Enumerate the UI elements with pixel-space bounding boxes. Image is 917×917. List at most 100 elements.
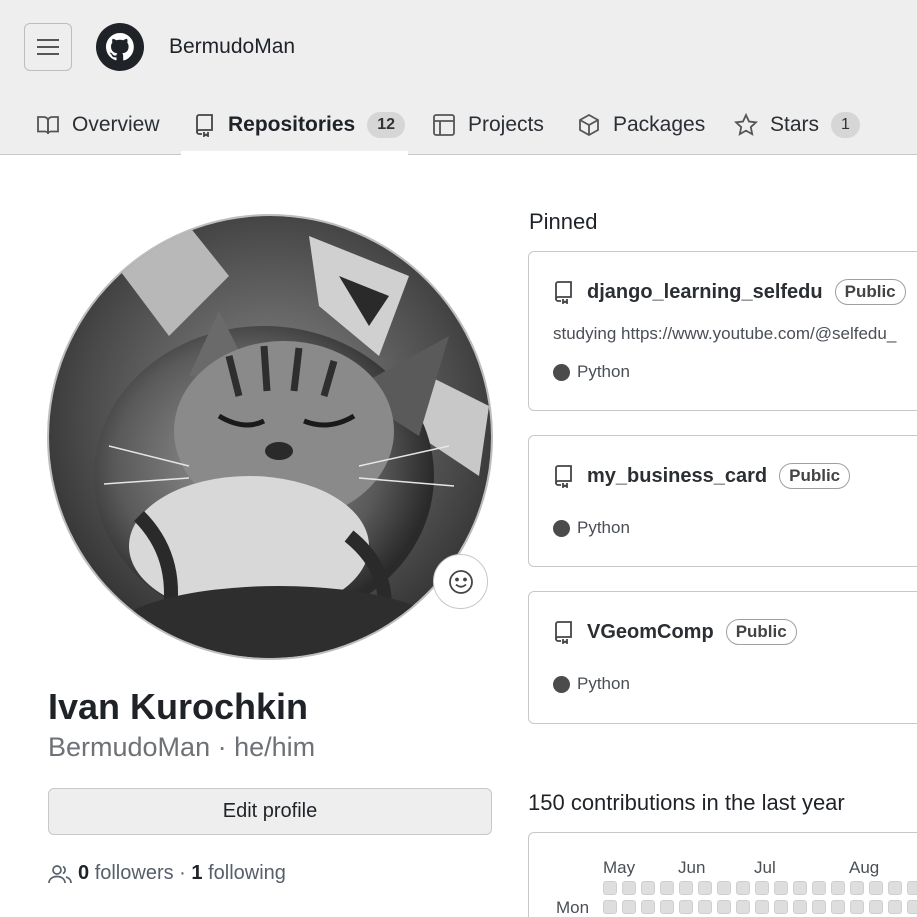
contribution-cell[interactable] xyxy=(622,900,636,914)
contribution-cell[interactable] xyxy=(793,881,807,895)
tab-repositories[interactable]: Repositories 12 xyxy=(194,95,405,155)
contribution-cell[interactable] xyxy=(755,900,769,914)
header-username[interactable]: BermudoMan xyxy=(169,35,295,59)
contribution-cell[interactable] xyxy=(888,881,902,895)
pinned-repo-card: VGeomComp Public Python xyxy=(528,591,917,724)
tab-stars[interactable]: Stars 1 xyxy=(734,95,860,155)
contribution-cell[interactable] xyxy=(850,881,864,895)
contribution-cell[interactable] xyxy=(736,881,750,895)
package-icon xyxy=(579,113,599,137)
contribution-cell[interactable] xyxy=(831,881,845,895)
repo-count-badge: 12 xyxy=(367,112,405,138)
followers-count: 0 xyxy=(78,862,90,884)
contribution-cell[interactable] xyxy=(831,900,845,914)
contribution-cell[interactable] xyxy=(603,900,617,914)
tab-label: Overview xyxy=(72,113,160,136)
month-label: Jul xyxy=(754,858,776,877)
top-header: BermudoMan Overview Repositories 12 Proj… xyxy=(0,0,917,155)
menu-button[interactable] xyxy=(24,23,72,71)
visibility-badge: Public xyxy=(834,279,906,305)
pinned-repo-card: django_learning_selfedu Public studying … xyxy=(528,251,917,411)
contribution-cell[interactable] xyxy=(869,900,883,914)
contribution-cell[interactable] xyxy=(603,881,617,895)
contribution-cell[interactable] xyxy=(850,900,864,914)
contribution-cell[interactable] xyxy=(660,881,674,895)
repo-card-header: VGeomComp Public xyxy=(553,619,797,645)
contribution-cell[interactable] xyxy=(717,900,731,914)
month-label: May xyxy=(603,858,636,877)
language-color-dot xyxy=(553,675,570,693)
contribution-cell[interactable] xyxy=(679,900,693,914)
contribution-cell[interactable] xyxy=(641,881,655,895)
repo-language: Python xyxy=(553,362,630,382)
book-icon xyxy=(37,116,59,135)
repo-icon xyxy=(555,621,572,644)
stars-count-badge: 1 xyxy=(831,112,860,138)
smiley-icon xyxy=(448,569,473,594)
contribution-cell[interactable] xyxy=(755,881,769,895)
follow-stats: 0 followers · 1 following xyxy=(48,862,286,885)
active-tab-indicator xyxy=(181,151,408,155)
contribution-cells xyxy=(603,881,917,917)
tab-label: Projects xyxy=(468,113,544,136)
contribution-cell[interactable] xyxy=(717,881,731,895)
profile-login-pronouns: BermudoMan · he/him xyxy=(48,732,316,762)
star-icon xyxy=(734,113,758,136)
contribution-cell[interactable] xyxy=(907,881,917,895)
tab-overview[interactable]: Overview xyxy=(36,95,160,155)
contribution-cell[interactable] xyxy=(793,900,807,914)
repo-language: Python xyxy=(553,674,630,694)
followers-label: followers xyxy=(94,862,174,884)
following-label: following xyxy=(208,862,286,884)
contribution-cell[interactable] xyxy=(869,881,883,895)
day-label: Mon xyxy=(556,898,590,917)
repo-description: studying https://www.youtube.com/@selfed… xyxy=(553,324,897,343)
repo-name-link[interactable]: VGeomComp xyxy=(587,621,714,644)
following-count: 1 xyxy=(191,862,203,884)
separator-dot: · xyxy=(179,862,186,884)
pinned-heading: Pinned xyxy=(529,209,598,234)
profile-tabs: Overview Repositories 12 Projects Packag… xyxy=(0,95,917,155)
visibility-badge: Public xyxy=(779,463,851,489)
set-status-button[interactable] xyxy=(433,554,488,609)
people-icon xyxy=(48,864,72,883)
repo-name-link[interactable]: my_business_card xyxy=(587,465,767,488)
following-link[interactable]: 1 following xyxy=(191,862,286,885)
contributions-heading: 150 contributions in the last year xyxy=(528,790,845,815)
profile-full-name: Ivan Kurochkin xyxy=(48,686,309,727)
contribution-cell[interactable] xyxy=(622,881,636,895)
repo-language: Python xyxy=(553,518,630,538)
contribution-cell[interactable] xyxy=(774,881,788,895)
tab-projects[interactable]: Projects xyxy=(432,95,544,155)
contribution-cell[interactable] xyxy=(888,900,902,914)
repo-icon xyxy=(555,465,572,488)
contribution-cell[interactable] xyxy=(698,900,712,914)
tab-packages[interactable]: Packages xyxy=(577,95,705,155)
edit-profile-button[interactable]: Edit profile xyxy=(48,788,492,835)
tab-label: Repositories xyxy=(228,113,356,136)
language-name: Python xyxy=(577,362,630,381)
visibility-badge: Public xyxy=(725,619,797,645)
month-label: Jun xyxy=(678,858,706,877)
contribution-cell[interactable] xyxy=(812,900,826,914)
followers-link[interactable]: 0 followers xyxy=(78,862,174,885)
contribution-cell[interactable] xyxy=(812,881,826,895)
repo-name-link[interactable]: django_learning_selfedu xyxy=(587,281,823,304)
contribution-cell[interactable] xyxy=(736,900,750,914)
language-color-dot xyxy=(553,519,570,537)
pinned-repo-card: my_business_card Public Python xyxy=(528,435,917,567)
language-color-dot xyxy=(553,363,570,381)
contribution-cell[interactable] xyxy=(907,900,917,914)
contribution-cell[interactable] xyxy=(641,900,655,914)
hamburger-icon xyxy=(37,39,59,55)
contribution-cell[interactable] xyxy=(698,881,712,895)
contribution-cell[interactable] xyxy=(660,900,674,914)
language-name: Python xyxy=(577,518,630,537)
avatar[interactable] xyxy=(47,214,493,660)
table-icon xyxy=(433,114,455,136)
github-logo-icon[interactable] xyxy=(96,23,144,71)
contribution-cell[interactable] xyxy=(679,881,693,895)
contribution-cell[interactable] xyxy=(774,900,788,914)
repo-icon xyxy=(555,281,572,304)
month-label: Aug xyxy=(849,858,880,877)
